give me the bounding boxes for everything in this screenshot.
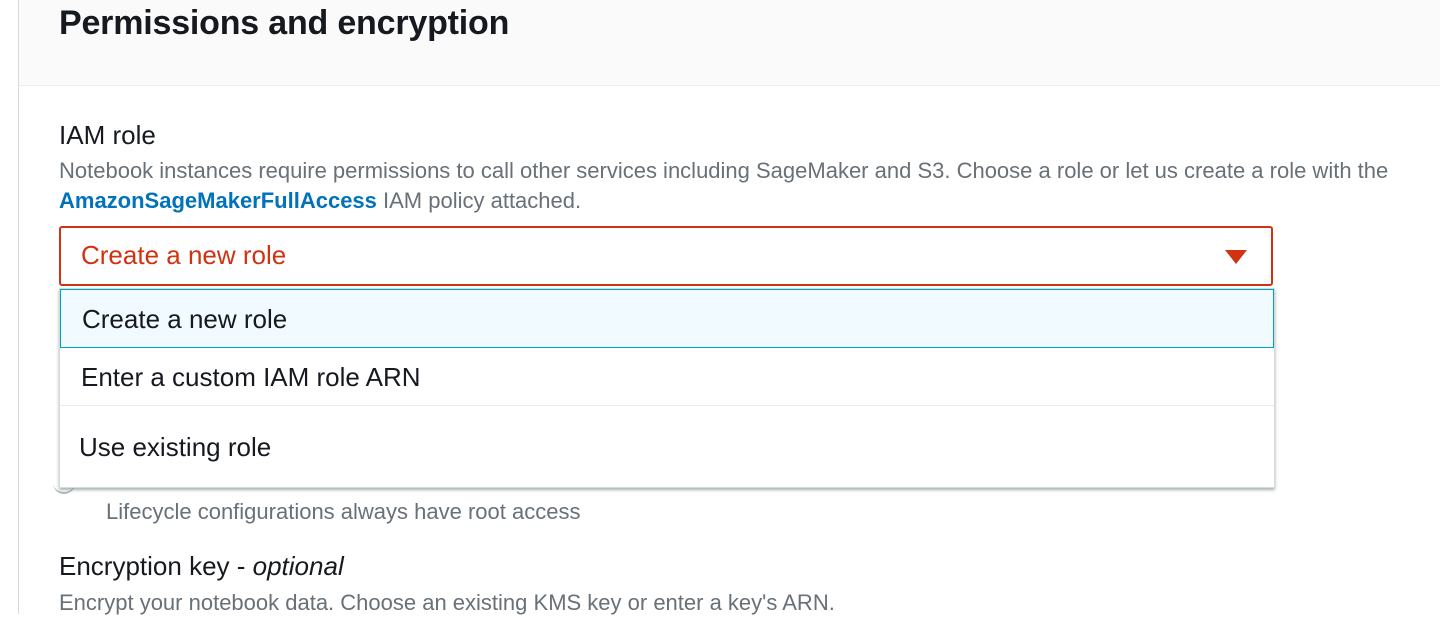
panel-title: Permissions and encryption	[59, 4, 510, 42]
option-label: Create a new role	[82, 304, 288, 334]
iam-policy-text: IAM policy attached.	[376, 188, 582, 213]
caret-down-icon	[1225, 250, 1247, 264]
optional-tag: optional	[252, 551, 344, 581]
left-border	[0, 0, 19, 614]
option-custom-iam-role-arn[interactable]: Enter a custom IAM role ARN	[60, 348, 1274, 406]
iam-role-label: IAM role	[59, 120, 156, 150]
iam-role-description-line2: AmazonSageMakerFullAccess IAM policy att…	[59, 186, 581, 216]
option-label: Enter a custom IAM role ARN	[81, 362, 421, 392]
iam-role-select-value: Create a new role	[81, 240, 287, 270]
amazon-sagemaker-full-access-link[interactable]: AmazonSageMakerFullAccess	[59, 188, 377, 213]
encryption-key-label: Encryption key - optional	[59, 551, 344, 582]
lifecycle-note: Lifecycle configurations always have roo…	[106, 499, 581, 524]
iam-role-select[interactable]: Create a new role	[59, 226, 1273, 286]
option-use-existing-role[interactable]: Use existing role	[60, 406, 1274, 486]
iam-role-dropdown-menu: Create a new role Enter a custom IAM rol…	[59, 288, 1275, 488]
option-create-new-role[interactable]: Create a new role	[60, 289, 1274, 348]
iam-role-description-line1: Notebook instances require permissions t…	[59, 158, 1389, 183]
encryption-key-label-text: Encryption key -	[59, 551, 253, 581]
option-label: Use existing role	[79, 432, 272, 462]
panel-header: Permissions and encryption	[19, 0, 1440, 86]
